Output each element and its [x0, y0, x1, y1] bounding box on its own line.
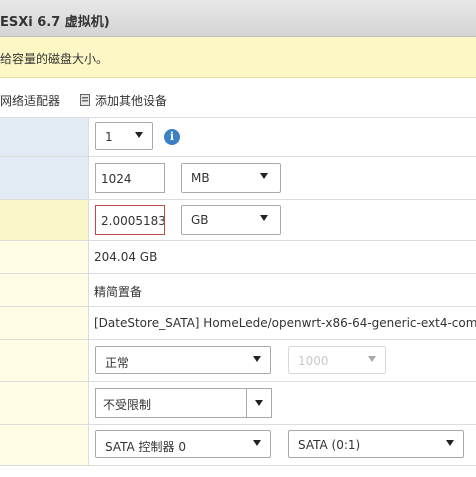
shares-value-select: 1000	[288, 346, 386, 374]
warning-banner: 给容量的磁盘大小。	[0, 37, 476, 78]
add-device-icon	[80, 94, 90, 106]
row-max-size: 204.04 GB	[0, 240, 476, 273]
provisioning-value: 精简置备	[94, 285, 143, 299]
chevron-down-icon	[253, 356, 261, 362]
disk-location-value: [DateStore_SATA] HomeLede/openwrt-x86-64…	[94, 316, 476, 330]
warning-message: 给容量的磁盘大小。	[0, 52, 109, 66]
limit-dropdown-button[interactable]	[246, 388, 272, 418]
controller-port-select[interactable]: SATA (0:1)	[288, 430, 464, 458]
row-label-cell	[0, 118, 88, 156]
row-disk-size: 2.0005183: GB	[0, 199, 476, 240]
max-size-value: 204.04 GB	[94, 250, 158, 264]
network-adapter-button[interactable]: 网络适配器	[0, 92, 60, 109]
chevron-down-icon	[255, 400, 263, 406]
row-location: [DateStore_SATA] HomeLede/openwrt-x86-64…	[0, 306, 476, 339]
add-other-device-button[interactable]: 添加其他设备	[95, 92, 167, 109]
controller-select[interactable]: SATA 控制器 0	[95, 430, 271, 458]
info-icon[interactable]: i	[164, 129, 180, 145]
disk-size-input[interactable]: 2.0005183:	[95, 205, 165, 235]
row-shares: 正常 1000	[0, 339, 476, 381]
chevron-down-icon	[260, 173, 268, 179]
count-select[interactable]: 1	[95, 122, 153, 150]
chevron-down-icon	[446, 440, 454, 446]
chevron-down-icon	[135, 132, 143, 138]
chevron-down-icon	[253, 440, 261, 446]
row-provisioning: 精简置备	[0, 273, 476, 306]
limit-input[interactable]: 不受限制	[95, 388, 247, 418]
window-title: ESXi 6.7 虚拟机)	[0, 15, 110, 30]
memory-unit-select[interactable]: MB	[181, 163, 281, 193]
row-cpu-count: 1 i	[0, 117, 476, 156]
memory-size-input[interactable]: 1024	[95, 163, 165, 193]
chevron-down-icon	[260, 215, 268, 221]
disk-unit-select[interactable]: GB	[181, 205, 281, 235]
row-controller: SATA 控制器 0 SATA (0:1)	[0, 424, 476, 466]
window-titlebar: ESXi 6.7 虚拟机)	[0, 0, 476, 37]
device-toolbar: 网络适配器 添加其他设备	[0, 88, 476, 114]
row-memory: 1024 MB	[0, 156, 476, 199]
shares-select[interactable]: 正常	[95, 346, 271, 374]
row-limit: 不受限制	[0, 381, 476, 424]
chevron-down-icon	[368, 356, 376, 362]
